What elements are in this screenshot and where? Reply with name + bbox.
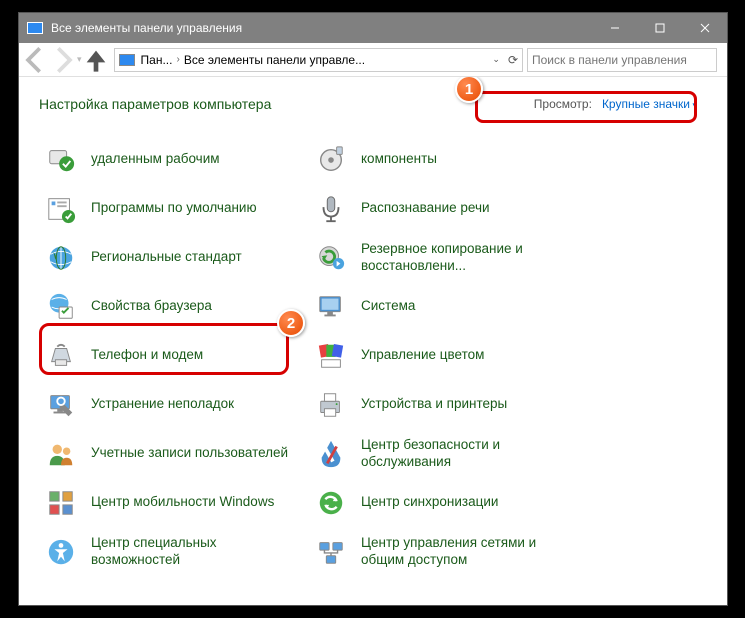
- annotation-badge-2: 2: [277, 309, 305, 337]
- item-label: Центр безопасности и обслуживания: [361, 437, 563, 469]
- control-panel-icon: [119, 54, 135, 66]
- components-icon: [315, 144, 347, 176]
- backup-restore-icon: [315, 242, 347, 274]
- close-button[interactable]: [682, 13, 727, 43]
- mobility-center-icon: [45, 487, 77, 519]
- item-label: Региональные стандарт: [91, 249, 242, 265]
- item-components[interactable]: компоненты: [309, 135, 569, 184]
- up-button[interactable]: [82, 46, 110, 74]
- regional-settings-icon: [45, 242, 77, 274]
- item-sync-center[interactable]: Центр синхронизации: [309, 478, 569, 527]
- sync-center-icon: [315, 487, 347, 519]
- refresh-button[interactable]: ⟳: [508, 53, 518, 67]
- item-label: Управление цветом: [361, 347, 484, 363]
- breadcrumb-part[interactable]: Все элементы панели управле...: [184, 53, 365, 67]
- item-label: Устранение неполадок: [91, 396, 234, 412]
- item-label: Центр специальных возможностей: [91, 535, 293, 567]
- phone-modem-icon: [45, 340, 77, 372]
- forward-button[interactable]: [49, 46, 77, 74]
- item-default-programs[interactable]: Программы по умолчанию: [39, 184, 299, 233]
- page-title: Настройка параметров компьютера: [39, 96, 271, 112]
- item-label: Центр синхронизации: [361, 494, 498, 510]
- window: Все элементы панели управления ▾ Пан... …: [18, 12, 728, 606]
- item-phone-modem[interactable]: Телефон и модем: [39, 331, 299, 380]
- item-remote-desktop[interactable]: удаленным рабочим: [39, 135, 299, 184]
- window-title: Все элементы панели управления: [51, 21, 592, 35]
- security-maintenance-icon: [315, 438, 347, 470]
- back-button[interactable]: [21, 46, 49, 74]
- network-sharing-icon: [315, 536, 347, 568]
- internet-options-icon: [45, 291, 77, 323]
- item-devices-printers[interactable]: Устройства и принтеры: [309, 380, 569, 429]
- item-label: Устройства и принтеры: [361, 396, 507, 412]
- item-label: Центр мобильности Windows: [91, 494, 274, 510]
- item-label: Система: [361, 298, 415, 314]
- default-programs-icon: [45, 193, 77, 225]
- color-management-icon: [315, 340, 347, 372]
- item-internet-options[interactable]: Свойства браузера: [39, 282, 299, 331]
- item-label: Резервное копирование и восстановлени...: [361, 241, 563, 273]
- item-mobility-center[interactable]: Центр мобильности Windows: [39, 478, 299, 527]
- item-label: Телефон и модем: [91, 347, 203, 363]
- content-area: Настройка параметров компьютера Просмотр…: [19, 77, 727, 605]
- breadcrumb-part[interactable]: Пан...: [141, 53, 173, 67]
- navbar: ▾ Пан... › Все элементы панели управле..…: [19, 43, 727, 77]
- devices-printers-icon: [315, 389, 347, 421]
- search-box[interactable]: [527, 48, 717, 72]
- item-system[interactable]: Система: [309, 282, 569, 331]
- item-label: удаленным рабочим: [91, 151, 220, 167]
- accessibility-icon: [45, 536, 77, 568]
- item-regional-settings[interactable]: Региональные стандарт: [39, 233, 299, 282]
- item-label: Учетные записи пользователей: [91, 445, 288, 461]
- item-network-sharing[interactable]: Центр управления сетями и общим доступом: [309, 527, 569, 576]
- item-label: Программы по умолчанию: [91, 200, 257, 216]
- view-value[interactable]: Крупные значки: [602, 97, 697, 111]
- item-user-accounts[interactable]: Учетные записи пользователей: [39, 429, 299, 478]
- remote-desktop-icon: [45, 144, 77, 176]
- speech-recognition-icon: [315, 193, 347, 225]
- address-bar[interactable]: Пан... › Все элементы панели управле... …: [114, 48, 523, 72]
- item-label: Распознавание речи: [361, 200, 490, 216]
- item-backup-restore[interactable]: Резервное копирование и восстановлени...: [309, 233, 569, 282]
- item-label: компоненты: [361, 151, 437, 167]
- troubleshoot-icon: [45, 389, 77, 421]
- history-dropdown-icon[interactable]: ⌄: [492, 54, 500, 65]
- item-speech-recognition[interactable]: Распознавание речи: [309, 184, 569, 233]
- system-icon: [315, 291, 347, 323]
- chevron-right-icon: ›: [176, 54, 179, 65]
- item-security-maintenance[interactable]: Центр безопасности и обслуживания: [309, 429, 569, 478]
- titlebar: Все элементы панели управления: [19, 13, 727, 43]
- maximize-button[interactable]: [637, 13, 682, 43]
- minimize-button[interactable]: [592, 13, 637, 43]
- search-input[interactable]: [532, 53, 712, 67]
- item-accessibility[interactable]: Центр специальных возможностей: [39, 527, 299, 576]
- item-troubleshoot[interactable]: Устранение неполадок: [39, 380, 299, 429]
- item-label: Свойства браузера: [91, 298, 212, 314]
- view-label: Просмотр:: [534, 97, 592, 111]
- control-panel-icon: [27, 22, 43, 34]
- item-color-management[interactable]: Управление цветом: [309, 331, 569, 380]
- user-accounts-icon: [45, 438, 77, 470]
- item-label: Центр управления сетями и общим доступом: [361, 535, 563, 567]
- view-selector[interactable]: Просмотр: Крупные значки: [524, 95, 707, 113]
